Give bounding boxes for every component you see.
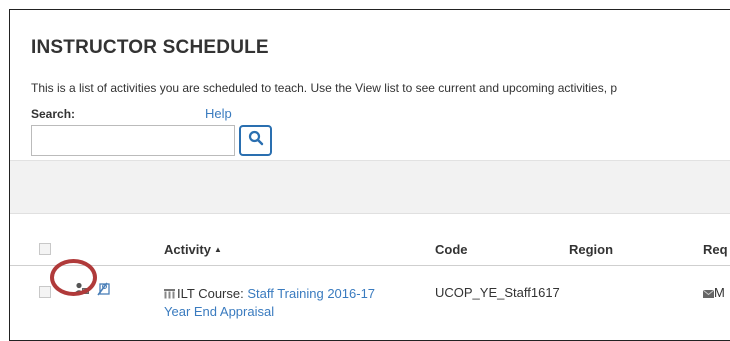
activity-name-line1: Staff Training 2016-17 xyxy=(247,286,376,301)
search-label: Search: xyxy=(31,107,76,121)
page-description: This is a list of activities you are sch… xyxy=(31,81,618,95)
column-header-activity[interactable]: Activity ▲ xyxy=(164,242,222,257)
requester-name: M xyxy=(714,285,725,300)
select-all-checkbox[interactable] xyxy=(39,243,51,255)
toolbar-band xyxy=(10,160,730,214)
sort-ascending-icon: ▲ xyxy=(213,245,222,254)
course-icon xyxy=(164,286,175,303)
activity-type: ILT Course: xyxy=(177,286,244,301)
row-checkbox[interactable] xyxy=(39,286,51,298)
search-input[interactable] xyxy=(31,125,235,156)
column-header-region[interactable]: Region xyxy=(569,242,613,257)
column-header-activity-label: Activity xyxy=(164,242,211,257)
table-row: ILT Course: Staff Training 2016-17 Year E… xyxy=(10,265,730,340)
column-header-requester[interactable]: Req xyxy=(703,242,728,257)
table-header-row: Activity ▲ Code Region Req xyxy=(10,213,730,266)
search-icon xyxy=(248,130,264,151)
search-button[interactable] xyxy=(239,125,272,156)
activity-cell: ILT Course: Staff Training 2016-17 Year E… xyxy=(164,285,375,320)
highlight-annotation-circle xyxy=(50,259,97,296)
code-cell: UCOP_YE_Staff1617 xyxy=(435,285,560,300)
help-link[interactable]: Help xyxy=(205,106,232,121)
edit-icon[interactable] xyxy=(97,281,111,301)
email-icon xyxy=(702,286,715,301)
activity-name-line2: Year End Appraisal xyxy=(164,304,275,319)
instructor-schedule-panel: INSTRUCTOR SCHEDULE This is a list of ac… xyxy=(9,9,730,341)
column-header-code[interactable]: Code xyxy=(435,242,468,257)
page-title: INSTRUCTOR SCHEDULE xyxy=(31,37,269,58)
requester-cell: M xyxy=(702,285,725,301)
